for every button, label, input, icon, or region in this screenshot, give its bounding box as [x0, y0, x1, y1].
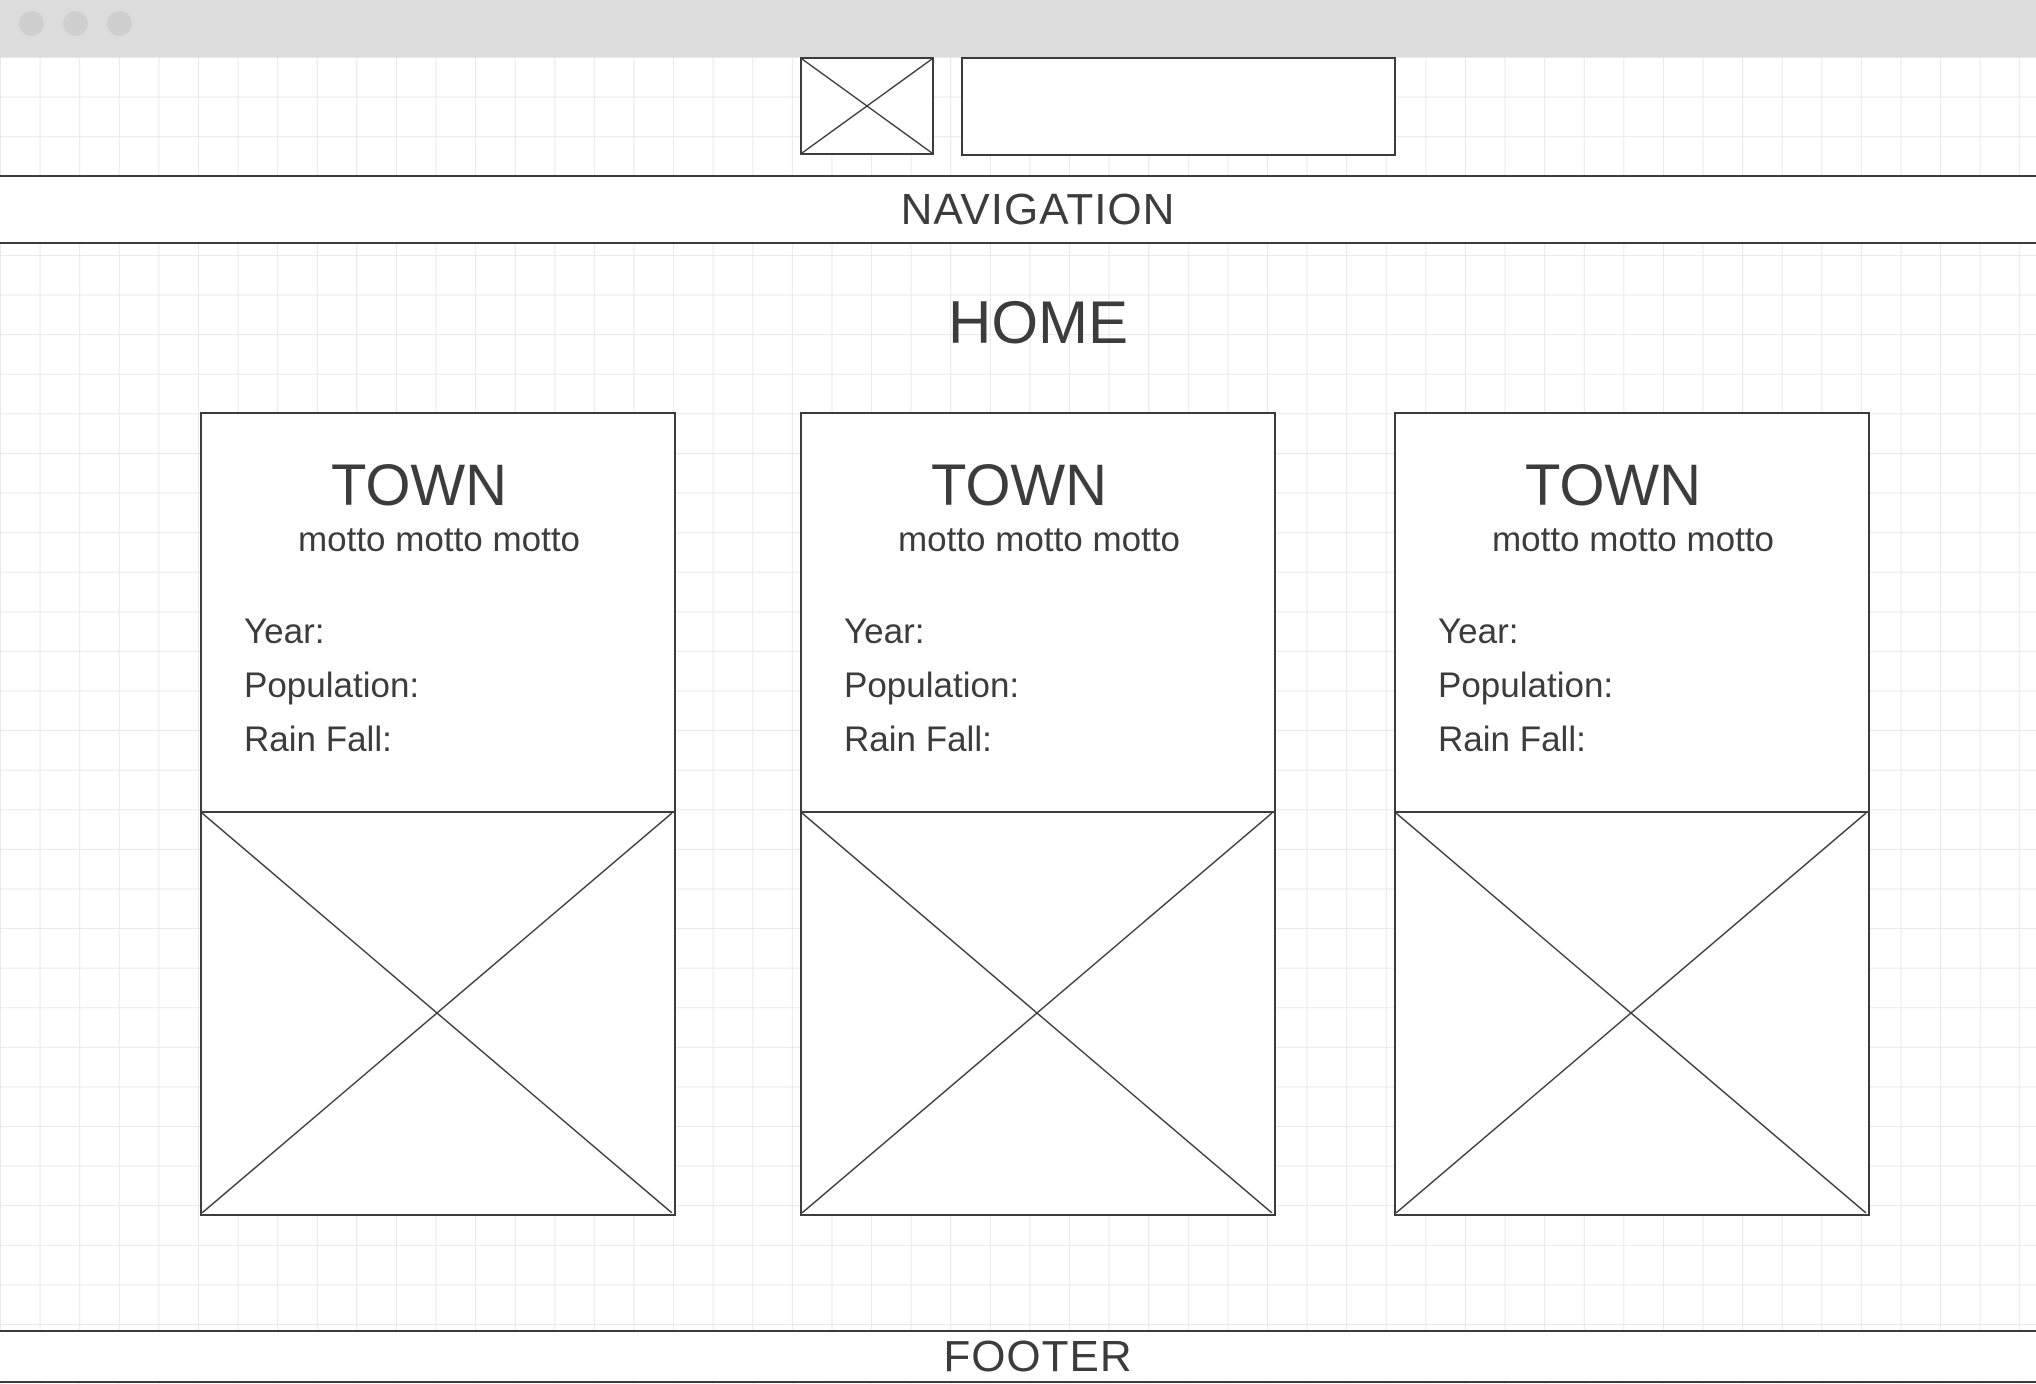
card-title: TOWN: [930, 453, 1108, 518]
footer-label: FOOTER: [943, 1331, 1133, 1381]
page-title: HOME: [948, 289, 1128, 356]
card-rainfall-label: Rain Fall:: [1438, 720, 1586, 759]
card-rainfall-label: Rain Fall:: [244, 720, 392, 759]
card-title: TOWN: [330, 453, 508, 518]
navigation-label: NAVIGATION: [900, 184, 1176, 234]
logo-image-placeholder-icon: [800, 57, 934, 155]
window-dot-icon[interactable]: [63, 11, 88, 36]
card-population-label: Population:: [244, 666, 420, 705]
navigation-bar[interactable]: NAVIGATION: [0, 175, 2036, 244]
card-image-placeholder-icon: [800, 811, 1274, 1213]
card-year-label: Year:: [844, 612, 925, 651]
header-text-box: [961, 57, 1396, 156]
card-title: TOWN: [1524, 453, 1702, 518]
card-year-label: Year:: [244, 612, 325, 651]
footer-bar: FOOTER: [0, 1330, 2036, 1383]
card-population-label: Population:: [844, 666, 1020, 705]
card-population-label: Population:: [1438, 666, 1614, 705]
window-titlebar: [0, 0, 2036, 57]
card-motto: motto motto motto: [897, 520, 1181, 559]
card-year-label: Year:: [1438, 612, 1519, 651]
card-rainfall-label: Rain Fall:: [844, 720, 992, 759]
card-motto: motto motto motto: [1491, 520, 1775, 559]
town-card[interactable]: TOWN motto motto motto Year: Population:…: [800, 412, 1276, 1216]
card-motto: motto motto motto: [297, 520, 581, 559]
card-image-placeholder-icon: [200, 811, 674, 1213]
town-card[interactable]: TOWN motto motto motto Year: Population:…: [200, 412, 676, 1216]
window-dot-icon[interactable]: [107, 11, 132, 36]
town-card[interactable]: TOWN motto motto motto Year: Population:…: [1394, 412, 1870, 1216]
card-image-placeholder-icon: [1394, 811, 1868, 1213]
window-dot-icon[interactable]: [19, 11, 44, 36]
